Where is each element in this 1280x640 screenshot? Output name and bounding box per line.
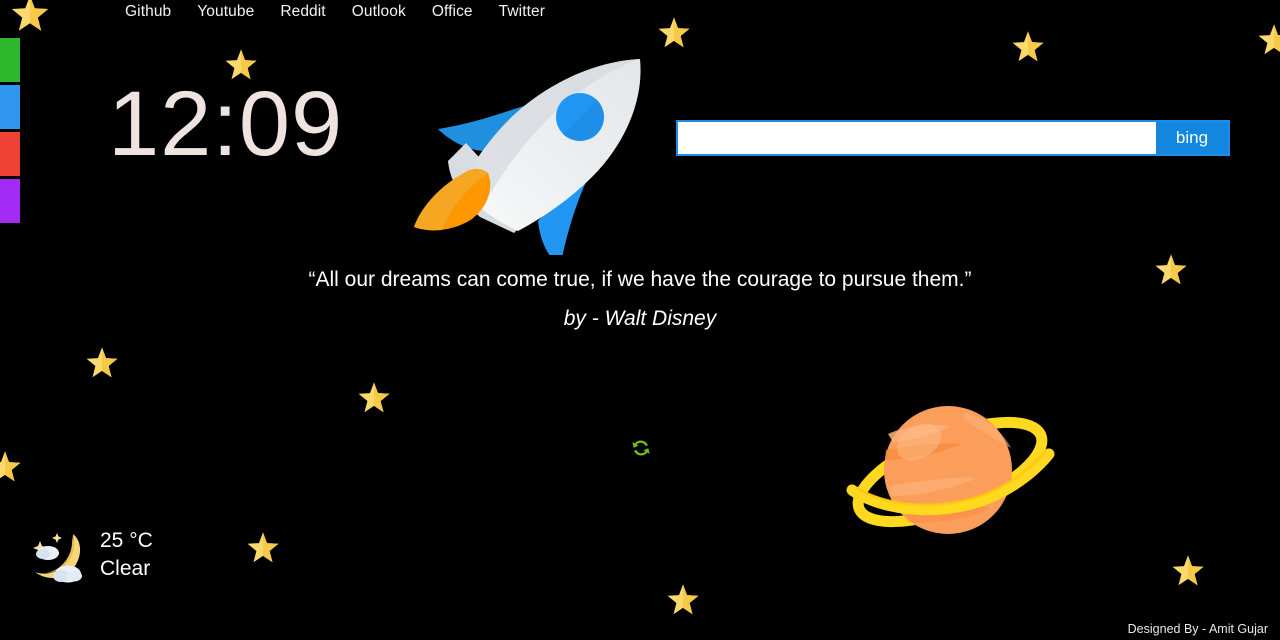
strip-purple[interactable] [0, 179, 20, 223]
star-icon [246, 531, 280, 565]
star-icon [1171, 554, 1205, 588]
star-icon [1154, 253, 1188, 287]
search-input[interactable] [678, 122, 1156, 154]
star-icon [85, 346, 119, 380]
nav-link-twitter[interactable]: Twitter [486, 0, 558, 24]
star-icon [224, 48, 258, 82]
nav-link-youtube[interactable]: Youtube [184, 0, 267, 24]
star-icon [10, 0, 50, 34]
star-icon [657, 16, 691, 50]
moon-cloud-night-icon [26, 524, 88, 586]
strip-blue[interactable] [0, 85, 20, 129]
quote-author: by - Walt Disney [563, 307, 717, 331]
star-icon [1011, 30, 1045, 64]
star-icon [666, 583, 700, 617]
nav-link-office[interactable]: Office [419, 0, 486, 24]
nav-link-github[interactable]: Github [112, 0, 184, 24]
saturn-planet-icon [845, 390, 1060, 550]
weather-widget: 25 °C Clear [26, 524, 153, 586]
designer-credit: Designed By - Amit Gujar [1127, 622, 1268, 636]
nav-link-outlook[interactable]: Outlook [339, 0, 419, 24]
bing-search-button[interactable]: bing [1156, 122, 1228, 154]
quote-text: “All our dreams can come true, if we hav… [308, 268, 972, 291]
shortcut-strip-column [0, 38, 20, 226]
weather-condition: Clear [100, 557, 151, 580]
nav-link-reddit[interactable]: Reddit [267, 0, 338, 24]
new-tab-page: Github Youtube Reddit Outlook Office Twitter … [0, 0, 1280, 640]
refresh-icon[interactable] [626, 433, 656, 463]
star-icon [1257, 23, 1280, 57]
clock-display: 12:09 [108, 73, 344, 175]
search-bar: bing [676, 120, 1230, 156]
weather-text: 25 °C Clear [100, 527, 153, 584]
strip-red[interactable] [0, 132, 20, 176]
quote-block: “All our dreams can come true, if we hav… [0, 266, 1280, 331]
strip-green[interactable] [0, 38, 20, 82]
weather-temperature: 25 °C [100, 528, 153, 552]
top-navigation: Github Youtube Reddit Outlook Office Twitter [112, 0, 558, 24]
star-icon [0, 450, 22, 484]
rocket-icon [404, 55, 654, 267]
star-icon [357, 381, 391, 415]
